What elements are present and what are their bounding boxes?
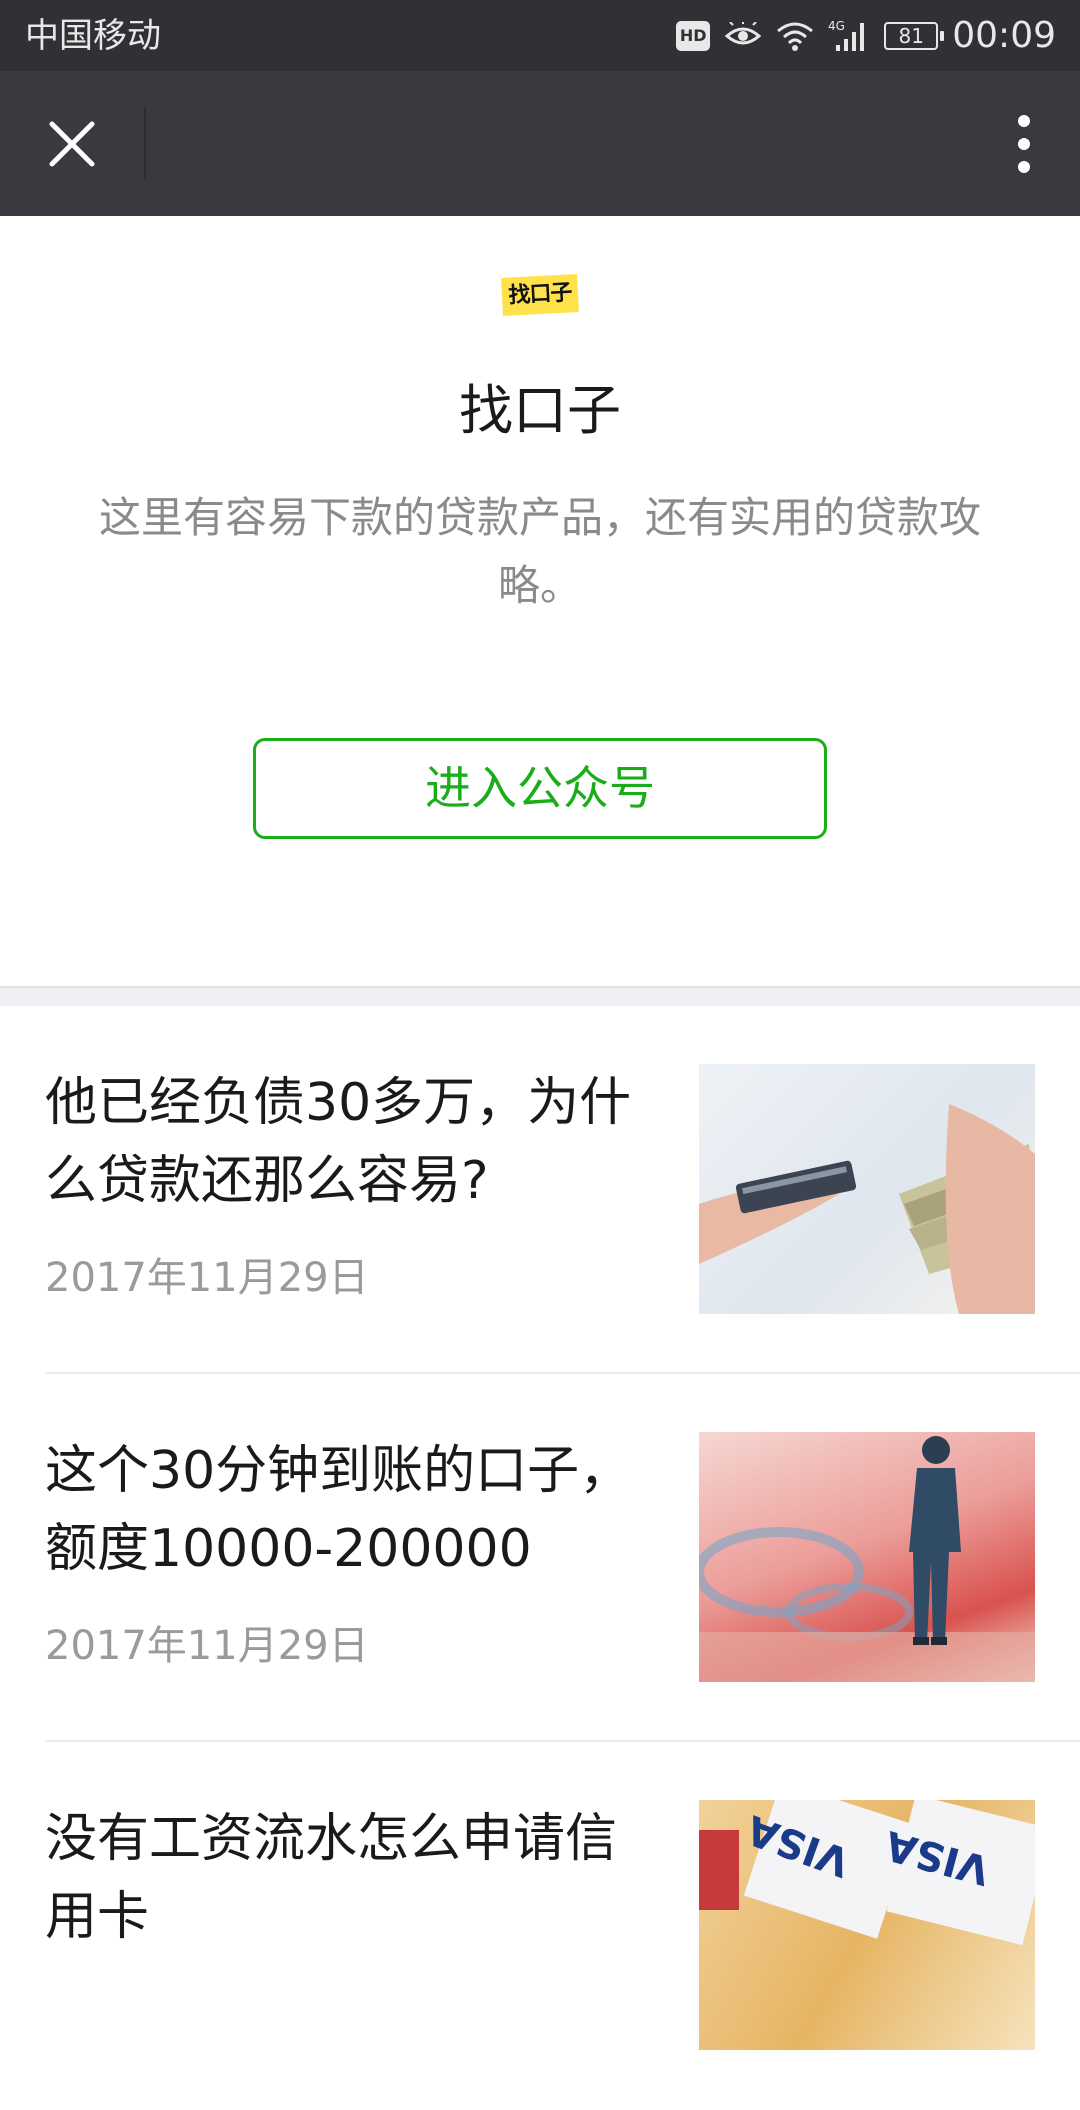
enter-account-button[interactable]: 进入公众号: [253, 738, 827, 839]
cellular-signal-icon: 4G: [828, 19, 870, 53]
article-thumbnail: [699, 1064, 1035, 1314]
title-divider: [144, 107, 146, 179]
close-button[interactable]: [28, 103, 116, 185]
article-date: 2017年11月29日: [45, 1255, 369, 1301]
title-bar: [0, 71, 1080, 216]
article-title: 他已经负债30多万，为什么贷款还那么容易?: [45, 1073, 632, 1211]
account-profile: 找口子 找口子 这里有容易下款的贷款产品，还有实用的贷款攻略。 进入公众号: [0, 216, 1080, 986]
article-date: 2017年11月29日: [45, 1623, 369, 1669]
businessman-figure-on-banknotes-image: [699, 1436, 1035, 1682]
account-logo: 找口子: [501, 274, 579, 316]
wifi-icon: [776, 21, 814, 51]
eye-comfort-icon: [724, 22, 762, 50]
article-item[interactable]: 没有工资流水怎么申请信用卡 VISA VISA: [0, 1742, 1080, 2110]
hands-card-cash-image: [699, 1104, 1035, 1314]
hd-icon: HD: [676, 21, 711, 51]
article-item[interactable]: 这个30分钟到账的口子，额度10000-200000 2017年11月29日: [0, 1374, 1080, 1742]
article-title: 这个30分钟到账的口子，额度10000-200000: [45, 1441, 632, 1579]
carrier-label: 中国移动: [25, 16, 161, 56]
more-menu-button[interactable]: [988, 103, 1060, 185]
status-bar: 中国移动 HD 4G 81 00:09: [0, 0, 1080, 71]
status-icons: HD 4G 81 00:09: [676, 14, 1056, 58]
account-description: 这里有容易下款的贷款产品，还有实用的贷款攻略。: [98, 493, 981, 610]
clock: 00:09: [952, 15, 1056, 56]
svg-text:4G: 4G: [828, 19, 845, 33]
article-title: 没有工资流水怎么申请信用卡: [45, 1809, 618, 1947]
account-name: 找口子: [459, 379, 621, 442]
article-thumbnail: [699, 1432, 1035, 1682]
article-thumbnail: VISA VISA: [699, 1800, 1035, 2050]
close-icon: [49, 121, 95, 167]
visa-cards-image: VISA VISA: [699, 1800, 1035, 1946]
battery-icon: 81: [884, 22, 945, 50]
more-vertical-icon: [1018, 115, 1030, 173]
section-separator: [0, 986, 1080, 1006]
article-item[interactable]: 他已经负债30多万，为什么贷款还那么容易? 2017年11月29日: [0, 1006, 1080, 1374]
